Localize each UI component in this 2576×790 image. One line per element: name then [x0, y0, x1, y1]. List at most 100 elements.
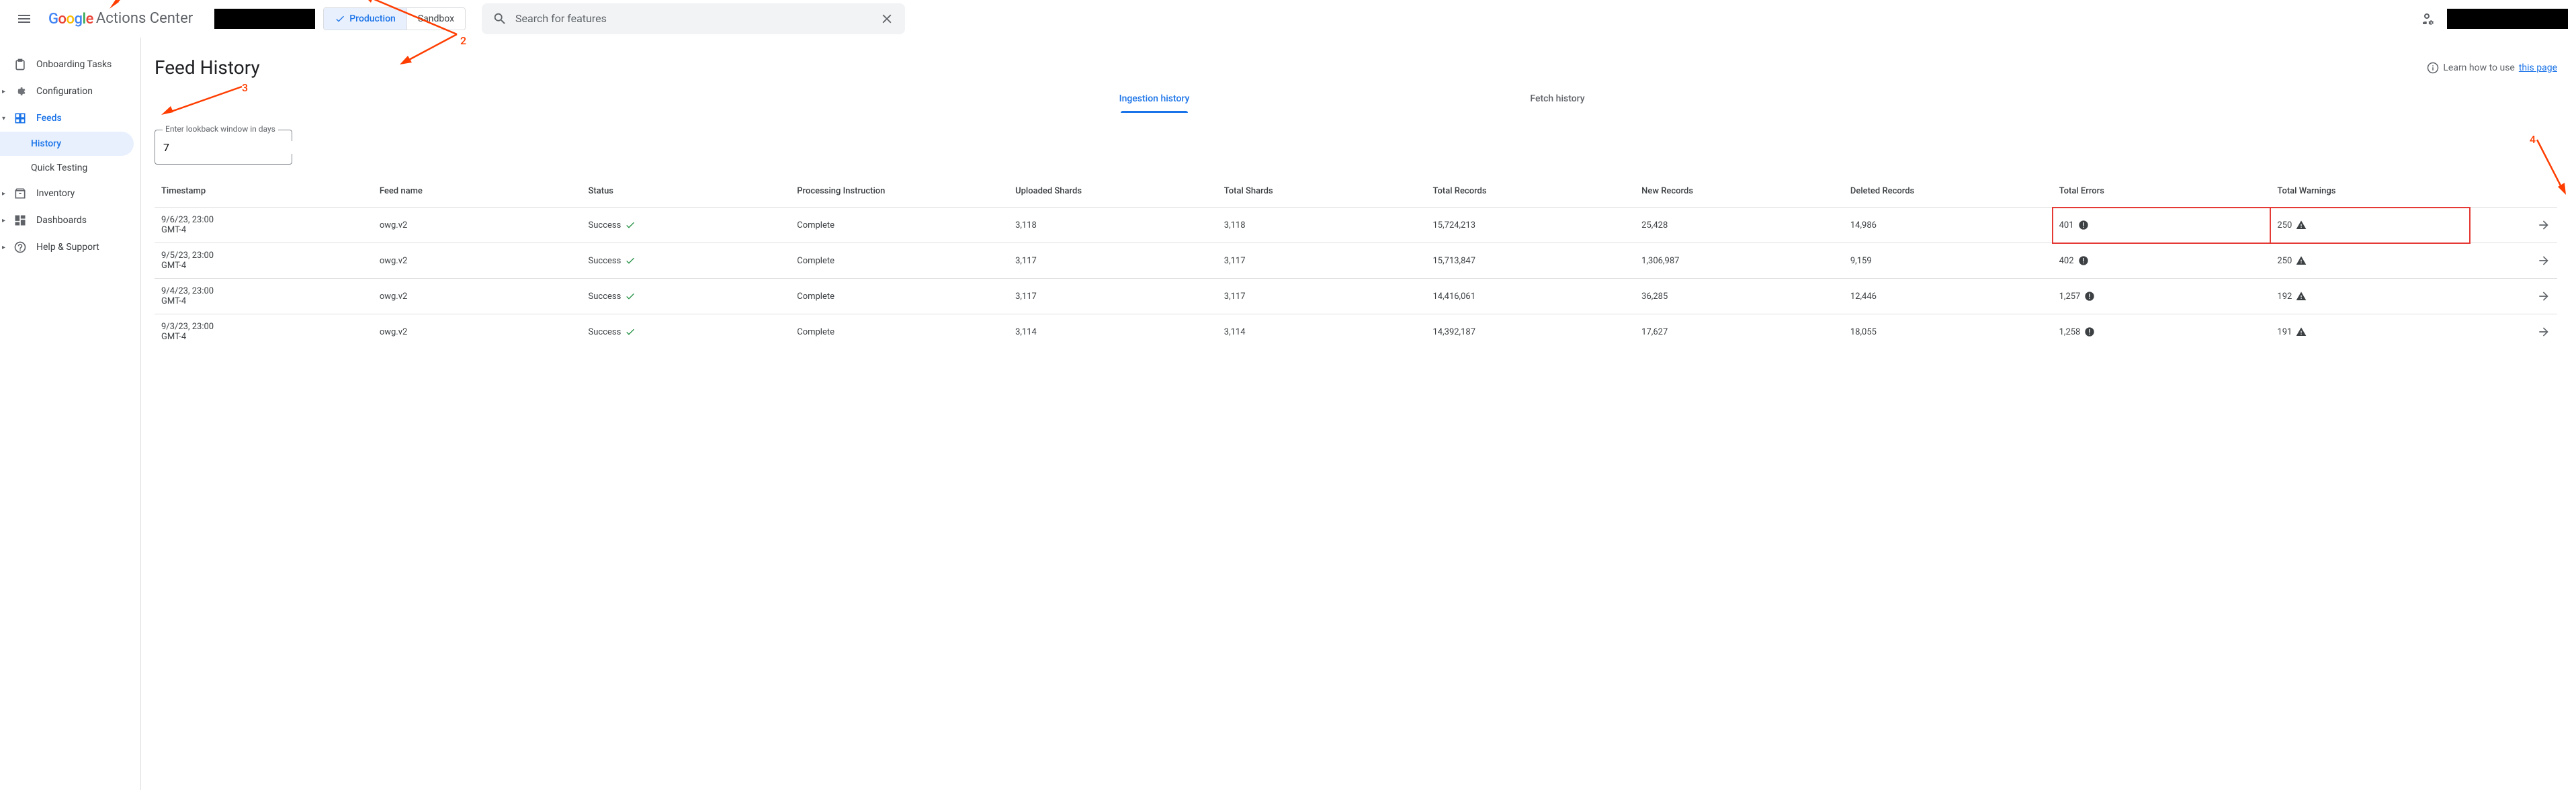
- sidebar-item-dashboards[interactable]: ▸ Dashboards: [0, 207, 140, 234]
- cell-total-errors: 1,258: [2053, 314, 2271, 350]
- info-icon: [2427, 62, 2439, 74]
- chevron-right-icon: ▸: [2, 88, 5, 95]
- cell-total-shards: 3,114: [1217, 314, 1426, 350]
- th-uploaded: Uploaded Shards: [1008, 181, 1217, 208]
- cell-timestamp: 9/5/23, 23:00GMT-4: [155, 243, 373, 279]
- row-details-button[interactable]: [2533, 214, 2554, 236]
- arrow-right-icon: [2537, 325, 2550, 339]
- th-timestamp: Timestamp: [155, 181, 373, 208]
- cell-timestamp: 9/3/23, 23:00GMT-4: [155, 314, 373, 350]
- sidebar-history-label: History: [31, 138, 61, 149]
- th-total-warnings: Total Warnings: [2270, 181, 2470, 208]
- cell-status: Success: [582, 279, 791, 314]
- cell-processing: Complete: [790, 243, 1008, 279]
- tab-ingestion-history[interactable]: Ingestion history: [953, 85, 1356, 114]
- cell-new-records: 36,285: [1635, 279, 1844, 314]
- cell-processing: Complete: [790, 208, 1008, 243]
- cell-new-records: 1,306,987: [1635, 243, 1844, 279]
- logo[interactable]: Google Actions Center: [48, 10, 193, 28]
- top-bar: Google Actions Center Production Sandbox: [0, 0, 2576, 38]
- sidebar-inventory-label: Inventory: [36, 188, 75, 199]
- check-icon: [625, 220, 636, 230]
- cell-uploaded: 3,117: [1008, 243, 1217, 279]
- product-name: Actions Center: [96, 10, 193, 27]
- cell-feed-name: owg.v2: [373, 314, 582, 350]
- clear-search-icon[interactable]: [879, 11, 894, 26]
- cell-total-warnings: 250: [2270, 243, 2470, 279]
- annotation-4: 4: [2530, 133, 2536, 146]
- search-box: [482, 3, 905, 34]
- menu-button[interactable]: [8, 3, 40, 35]
- arrow-right-icon: [2537, 218, 2550, 232]
- hamburger-icon: [16, 11, 32, 27]
- th-feed-name: Feed name: [373, 181, 582, 208]
- table-row: 9/4/23, 23:00GMT-4 owg.v2 Success Comple…: [155, 279, 2557, 314]
- production-button[interactable]: Production: [324, 8, 406, 30]
- th-processing: Processing Instruction: [790, 181, 1008, 208]
- sidebar: Onboarding Tasks ▸ Configuration ▾ Feeds…: [0, 38, 141, 790]
- th-deleted-records: Deleted Records: [1844, 181, 2053, 208]
- environment-toggle: Production Sandbox: [323, 7, 466, 30]
- lookback-input[interactable]: [163, 141, 300, 154]
- row-details-button[interactable]: [2533, 250, 2554, 271]
- cell-total-warnings: 192: [2270, 279, 2470, 314]
- error-icon: [2084, 291, 2095, 302]
- error-icon: [2078, 220, 2089, 230]
- cell-uploaded: 3,114: [1008, 314, 1217, 350]
- cell-timestamp: 9/6/23, 23:00GMT-4: [155, 208, 373, 243]
- warning-icon: [2296, 326, 2307, 337]
- cell-timestamp: 9/4/23, 23:00GMT-4: [155, 279, 373, 314]
- chevron-right-icon: ▸: [2, 244, 5, 251]
- th-new-records: New Records: [1635, 181, 1844, 208]
- tab-fetch-history[interactable]: Fetch history: [1356, 85, 1759, 114]
- cell-status: Success: [582, 314, 791, 350]
- cell-feed-name: owg.v2: [373, 208, 582, 243]
- sidebar-quick-testing-label: Quick Testing: [31, 163, 87, 173]
- th-status: Status: [582, 181, 791, 208]
- cell-deleted-records: 18,055: [1844, 314, 2053, 350]
- cell-total-records: 14,416,061: [1426, 279, 1635, 314]
- th-total-errors: Total Errors: [2053, 181, 2271, 208]
- learn-this-page-link[interactable]: this page: [2519, 62, 2557, 73]
- cell-deleted-records: 12,446: [1844, 279, 2053, 314]
- cell-deleted-records: 9,159: [1844, 243, 2053, 279]
- sidebar-item-history[interactable]: History: [0, 132, 134, 156]
- cell-processing: Complete: [790, 279, 1008, 314]
- cell-status: Success: [582, 208, 791, 243]
- sidebar-item-configuration[interactable]: ▸ Configuration: [0, 78, 140, 105]
- warning-icon: [2296, 220, 2307, 230]
- cell-total-errors: 1,257: [2053, 279, 2271, 314]
- sidebar-onboarding-label: Onboarding Tasks: [36, 59, 112, 70]
- sandbox-button[interactable]: Sandbox: [406, 8, 465, 30]
- grid-icon: [13, 112, 27, 125]
- sidebar-item-help[interactable]: ▸ Help & Support: [0, 234, 140, 261]
- cell-feed-name: owg.v2: [373, 243, 582, 279]
- row-details-button[interactable]: [2533, 321, 2554, 343]
- search-input[interactable]: [515, 12, 871, 25]
- error-icon: [2084, 326, 2095, 337]
- cell-total-errors: 401: [2053, 208, 2271, 243]
- sidebar-dashboards-label: Dashboards: [36, 215, 87, 226]
- lookback-label: Enter lookback window in days: [163, 124, 278, 134]
- settings-button[interactable]: [2415, 5, 2442, 32]
- table-row: 9/3/23, 23:00GMT-4 owg.v2 Success Comple…: [155, 314, 2557, 350]
- account-info-redacted[interactable]: [2447, 9, 2568, 29]
- sidebar-item-inventory[interactable]: ▸ Inventory: [0, 180, 140, 207]
- search-icon: [492, 11, 507, 26]
- dashboard-icon: [13, 214, 27, 227]
- cell-total-records: 14,392,187: [1426, 314, 1635, 350]
- cell-total-warnings: 191: [2270, 314, 2470, 350]
- sidebar-item-feeds[interactable]: ▾ Feeds: [0, 105, 140, 132]
- chevron-down-icon: ▾: [2, 115, 5, 122]
- account-selector-redacted[interactable]: [214, 9, 315, 29]
- cell-total-shards: 3,118: [1217, 208, 1426, 243]
- sidebar-help-label: Help & Support: [36, 242, 99, 253]
- sidebar-item-onboarding[interactable]: Onboarding Tasks: [0, 51, 140, 78]
- row-details-button[interactable]: [2533, 286, 2554, 307]
- cell-uploaded: 3,118: [1008, 208, 1217, 243]
- cell-new-records: 25,428: [1635, 208, 1844, 243]
- cell-processing: Complete: [790, 314, 1008, 350]
- sidebar-configuration-label: Configuration: [36, 86, 93, 97]
- sidebar-item-quick-testing[interactable]: Quick Testing: [0, 156, 134, 180]
- check-icon: [335, 13, 345, 24]
